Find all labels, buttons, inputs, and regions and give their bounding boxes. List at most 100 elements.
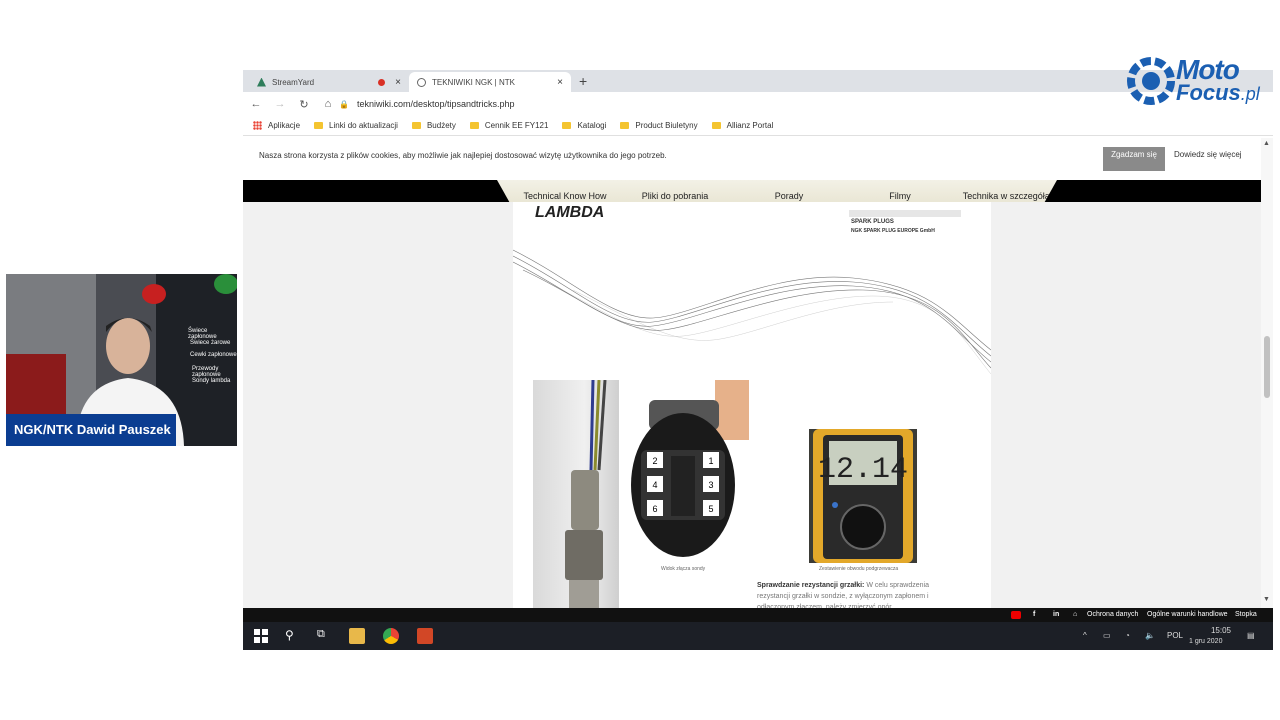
home-icon[interactable]: ⌂ <box>1073 611 1077 618</box>
url-text: tekniwiki.com/desktop/tipsandtricks.php <box>356 99 515 109</box>
nav-tips[interactable]: Porady <box>775 191 804 201</box>
brand-focus: Focus <box>1176 80 1241 105</box>
nav-films[interactable]: Filmy <box>889 191 911 201</box>
new-tab-button[interactable]: + <box>579 73 587 89</box>
address-bar[interactable]: 🔒 tekniwiki.com/desktop/tipsandtricks.ph… <box>339 95 1139 113</box>
bookmark-folder[interactable]: Cennik EE FY121 <box>469 121 549 130</box>
footer-link-privacy[interactable]: Ochrona danych <box>1087 611 1138 618</box>
folder-icon <box>411 122 421 129</box>
language-indicator[interactable]: POL <box>1167 631 1183 640</box>
search-icon[interactable]: ⚲ <box>285 628 301 644</box>
tab-title: TEKNIWIKI NGK | NTK <box>432 77 515 87</box>
browser-toolbar: ← → ↻ ⌂ 🔒 tekniwiki.com/desktop/tipsandt… <box>243 92 1273 116</box>
svg-text:2: 2 <box>652 456 657 466</box>
windows-start-icon[interactable] <box>253 628 269 644</box>
folder-icon <box>469 122 479 129</box>
reload-icon[interactable]: ↻ <box>293 98 315 111</box>
ngk-logo: SPARK PLUGS NGK SPARK PLUG EUROPE GmbH <box>849 210 961 234</box>
footer-link-terms[interactable]: Ogólne warunki handlowe <box>1147 611 1228 618</box>
svg-text:NGK SPARK PLUG EUROPE GmbH: NGK SPARK PLUG EUROPE GmbH <box>851 228 935 234</box>
banner-item: Przewody zapłonowe <box>192 366 221 378</box>
scroll-down-icon[interactable]: ▼ <box>1263 596 1270 603</box>
document-heading: LAMBDA <box>535 204 605 221</box>
folder-icon <box>314 122 324 129</box>
bookmark-label: Budżety <box>426 121 456 130</box>
banner-item: Cewki zapłonowe <box>190 352 237 358</box>
bookmark-label: Allianz Portal <box>726 121 774 130</box>
gear-icon <box>1127 57 1175 105</box>
bookmarks-bar: Aplikacje Linki do aktualizacji Budżety … <box>243 116 1273 136</box>
tab-tekniwiki[interactable]: TEKNIWIKI NGK | NTK × <box>409 72 571 92</box>
meter-caption: Zestawienie obwodu podgrzewacza <box>819 566 899 572</box>
tray-chevron-icon[interactable]: ^ <box>1083 631 1087 640</box>
bookmark-label: Aplikacje <box>268 121 301 130</box>
tab-streamyard[interactable]: StreamYard × <box>249 72 409 92</box>
forward-icon[interactable]: → <box>269 98 291 110</box>
cookie-accept-button[interactable]: Zgadzam się <box>1103 147 1165 171</box>
cookie-message: Nasza strona korzysta z plików cookies, … <box>259 151 667 160</box>
nav-downloads[interactable]: Pliki do pobrania <box>642 191 709 201</box>
banner-item: Sondy lambda <box>192 378 231 384</box>
cookie-more-link[interactable]: Dowiedz się więcej <box>1174 150 1242 159</box>
close-tab-icon[interactable]: × <box>557 77 563 88</box>
bookmark-folder[interactable]: Katalogi <box>562 121 606 130</box>
nav-technical-know-how[interactable]: Technical Know How <box>523 191 606 201</box>
brand-suffix: .pl <box>1240 84 1260 104</box>
globe-icon <box>417 77 426 87</box>
bookmark-label: Katalogi <box>577 121 607 130</box>
bookmark-folder[interactable]: Allianz Portal <box>711 121 774 130</box>
site-footer: f in ⌂ Ochrona danych Ogólne warunki han… <box>243 608 1273 622</box>
back-icon[interactable]: ← <box>245 98 267 110</box>
svg-text:1: 1 <box>708 456 713 466</box>
facebook-icon[interactable]: f <box>1033 611 1035 618</box>
svg-text:5: 5 <box>708 504 713 514</box>
linkedin-icon[interactable]: in <box>1053 611 1059 618</box>
home-icon[interactable]: ⌂ <box>317 98 339 110</box>
nav-tech-details[interactable]: Technika w szczegółach <box>963 191 1057 201</box>
lambda-sensor-photo <box>533 379 619 608</box>
apps-grid-icon <box>253 121 262 130</box>
network-icon[interactable]: ▭ <box>1103 631 1111 640</box>
tab-strip: StreamYard × TEKNIWIKI NGK | NTK × + <box>243 70 1273 92</box>
lock-icon: 🔒 <box>339 99 349 109</box>
wifi-icon[interactable]: ◔ <box>1125 631 1130 640</box>
bookmark-apps[interactable]: Aplikacje <box>253 121 300 130</box>
volume-icon[interactable]: 🔈 <box>1145 631 1155 640</box>
close-tab-icon[interactable]: × <box>395 77 401 88</box>
recording-icon <box>378 78 385 86</box>
meter-reading: 12.14 <box>818 453 908 487</box>
notifications-icon[interactable]: ▤ <box>1247 631 1255 640</box>
browser-window: StreamYard × TEKNIWIKI NGK | NTK × + ← →… <box>243 70 1273 650</box>
tab-title: StreamYard <box>272 77 315 87</box>
clock-time[interactable]: 15:05 <box>1203 626 1239 635</box>
svg-text:4: 4 <box>652 480 657 490</box>
footer-link-imprint[interactable]: Stopka <box>1235 611 1257 618</box>
scrollbar[interactable]: ▲ ▼ <box>1261 138 1273 608</box>
paragraph-lead: Sprawdzanie rezystancji grzałki: <box>757 582 865 589</box>
clock-date[interactable]: 1 gru 2020 <box>1189 638 1222 645</box>
screen: StreamYard × TEKNIWIKI NGK | NTK × + ← →… <box>0 0 1280 720</box>
powerpoint-icon[interactable] <box>417 628 433 644</box>
windows-taskbar: ⚲ ⧉ ^ ▭ ◔ 🔈 POL 15:05 1 gru 2020 ▤ <box>243 622 1273 650</box>
scroll-up-icon[interactable]: ▲ <box>1263 140 1270 147</box>
bookmark-folder[interactable]: Budżety <box>411 121 456 130</box>
task-view-icon[interactable]: ⧉ <box>317 628 333 644</box>
brand-line2: Focus.pl <box>1176 80 1260 106</box>
presenter-name-label: NGK/NTK Dawid Pauszek <box>6 414 176 446</box>
bookmark-folder[interactable]: Product Biuletyny <box>620 121 698 130</box>
bookmark-label: Linki do aktualizacji <box>329 121 398 130</box>
file-explorer-icon[interactable] <box>349 628 365 644</box>
decorative-wave <box>513 249 991 375</box>
page-content: LAMBDA SPARK PLUGS NGK SPARK PLUG EUROPE… <box>243 202 1261 608</box>
folder-icon <box>711 122 721 129</box>
chrome-icon[interactable] <box>383 628 399 644</box>
multimeter-photo: 12.14 <box>809 429 917 563</box>
bookmark-label: Cennik EE FY121 <box>484 121 549 130</box>
youtube-icon[interactable] <box>1011 611 1021 619</box>
scroll-thumb[interactable] <box>1264 336 1270 398</box>
document-page: LAMBDA SPARK PLUGS NGK SPARK PLUG EUROPE… <box>513 202 991 608</box>
bookmark-label: Product Biuletyny <box>635 121 698 130</box>
bookmark-folder[interactable]: Linki do aktualizacji <box>314 121 398 130</box>
banner-item: Świece zapłonowe <box>188 328 217 340</box>
document-paragraph: Sprawdzanie rezystancji grzałki: W celu … <box>757 580 957 608</box>
